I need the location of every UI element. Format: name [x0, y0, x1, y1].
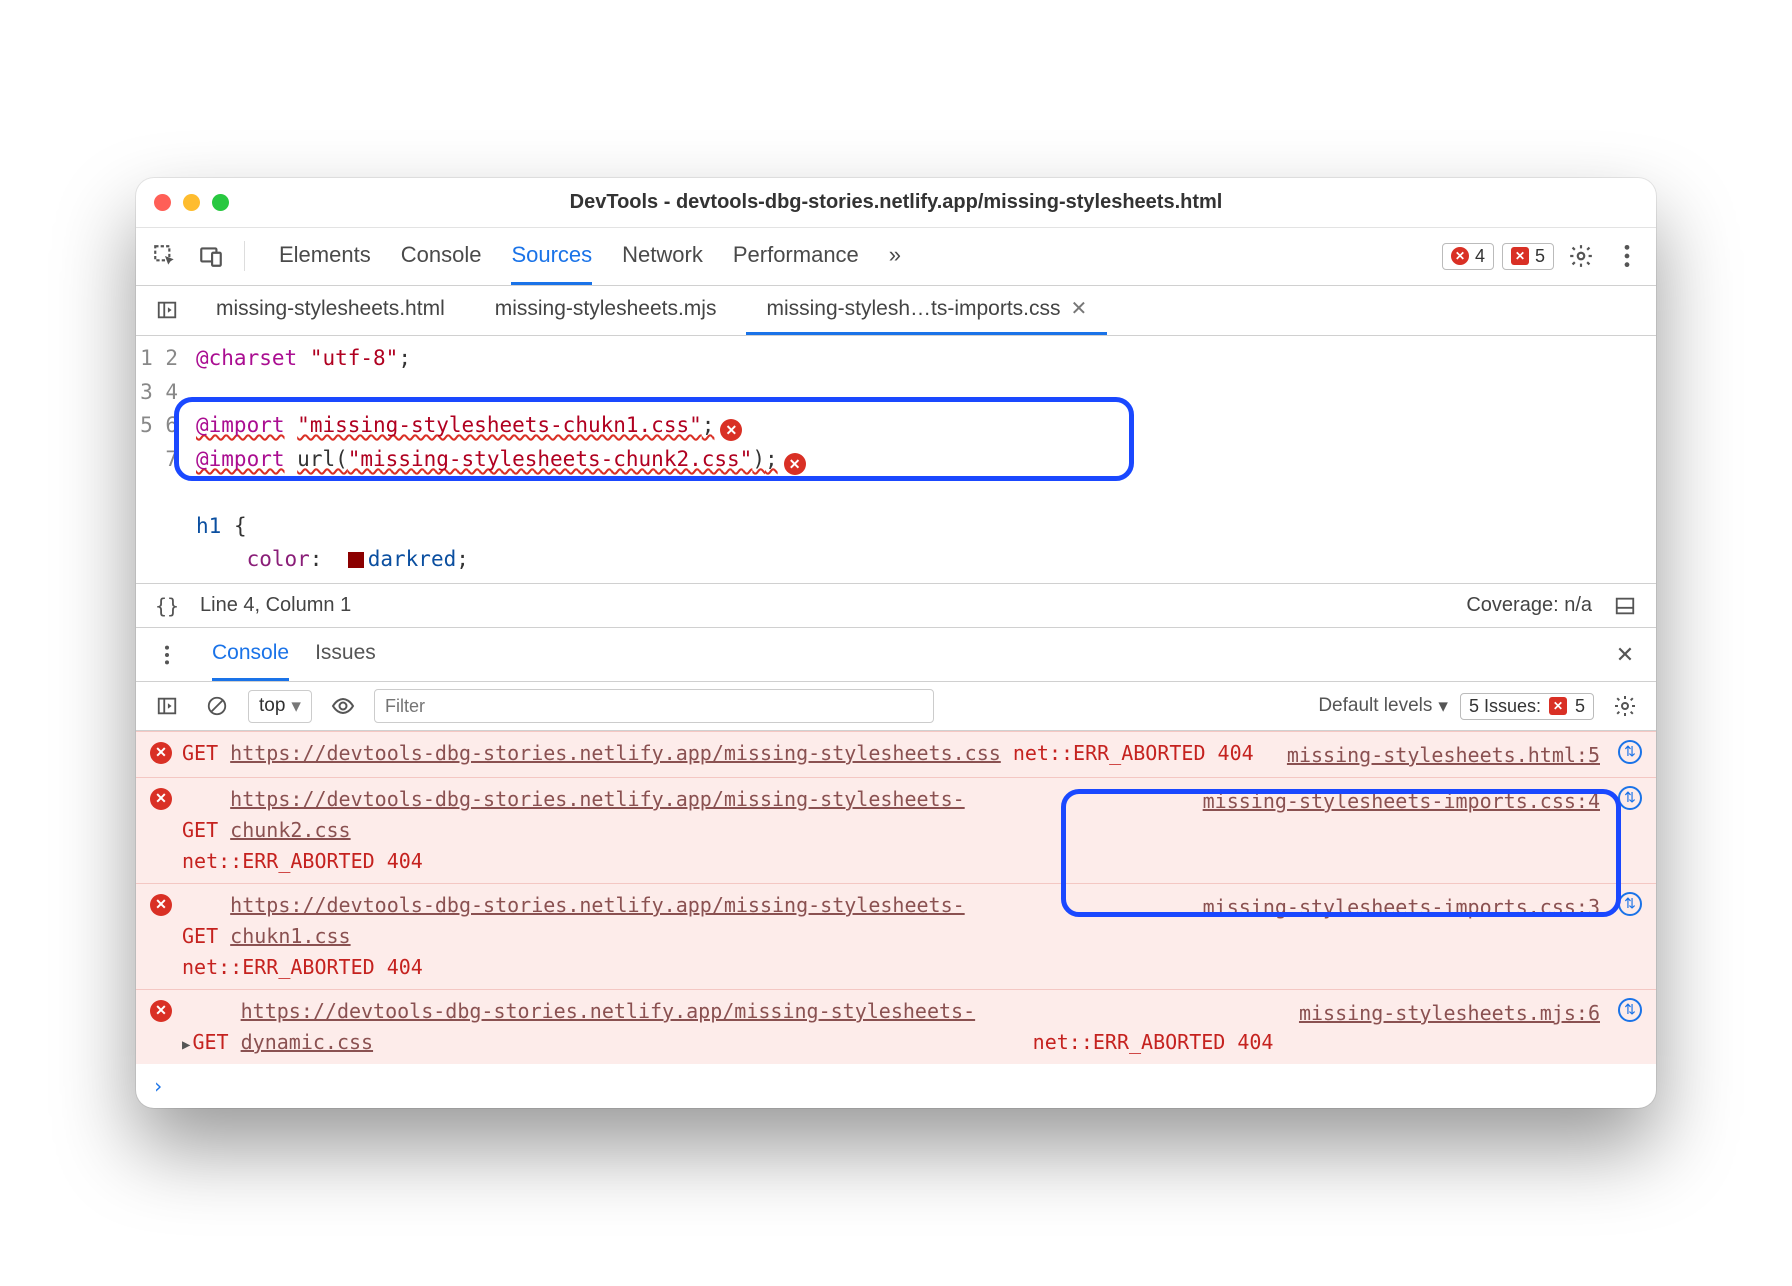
window-title: DevTools - devtools-dbg-stories.netlify.… [136, 191, 1656, 214]
filter-input[interactable] [374, 689, 934, 723]
close-drawer-icon[interactable]: ✕ [1606, 636, 1644, 674]
kebab-menu-icon[interactable] [1608, 237, 1646, 275]
close-window-icon[interactable] [154, 194, 171, 211]
request-url[interactable]: https://devtools-dbg-stories.netlify.app… [230, 738, 1001, 769]
devtools-window: DevTools - devtools-dbg-stories.netlify.… [136, 178, 1656, 1108]
request-url[interactable]: https://devtools-dbg-stories.netlify.app… [230, 890, 1010, 952]
file-tab-css[interactable]: missing-stylesh…ts-imports.css ✕ [746, 286, 1107, 335]
settings-icon[interactable] [1562, 237, 1600, 275]
issue-square-icon: ✕ [1511, 247, 1529, 265]
console-prompt[interactable]: › [136, 1064, 1656, 1108]
error-icon: ✕ [150, 788, 172, 810]
drawer-tab-console[interactable]: Console [212, 628, 289, 681]
source-link[interactable]: missing-stylesheets.html:5 [1287, 738, 1608, 771]
editor-statusbar: {} Line 4, Column 1 Coverage: n/a [136, 583, 1656, 627]
pretty-print-icon[interactable]: {} [148, 587, 186, 625]
show-navigator-icon[interactable] [148, 291, 186, 329]
titlebar: DevTools - devtools-dbg-stories.netlify.… [136, 178, 1656, 228]
refresh-icon[interactable]: ⇅ [1618, 892, 1642, 916]
error-count-badge[interactable]: ✕4 [1442, 243, 1494, 270]
divider [244, 241, 245, 271]
tab-sources[interactable]: Sources [511, 228, 592, 285]
refresh-icon[interactable]: ⇅ [1618, 786, 1642, 810]
error-circle-icon: ✕ [1451, 247, 1469, 265]
error-icon: ✕ [150, 894, 172, 916]
drawer-kebab-icon[interactable] [148, 636, 186, 674]
window-controls [154, 194, 229, 211]
color-swatch[interactable] [348, 552, 364, 568]
tab-network[interactable]: Network [622, 228, 703, 285]
tab-performance[interactable]: Performance [733, 228, 859, 285]
clear-console-icon[interactable] [198, 687, 236, 725]
error-icon: ✕ [150, 1000, 172, 1022]
source-link[interactable]: missing-stylesheets.mjs:6 [1299, 996, 1608, 1029]
file-tab-html[interactable]: missing-stylesheets.html [196, 286, 465, 335]
panel-tabs: Elements Console Sources Network Perform… [279, 228, 901, 285]
code-editor[interactable]: 1 2 3 4 5 6 7 @charset "utf-8"; @import … [136, 336, 1656, 583]
request-url[interactable]: https://devtools-dbg-stories.netlify.app… [230, 784, 1010, 846]
issue-square-icon: ✕ [1549, 697, 1567, 715]
tab-more[interactable]: » [889, 228, 901, 285]
inspect-element-icon[interactable] [146, 237, 184, 275]
context-selector[interactable]: top▾ [248, 690, 312, 723]
console-error-row[interactable]: ✕ GET https://devtools-dbg-stories.netli… [136, 731, 1656, 777]
error-icon: ✕ [150, 742, 172, 764]
expand-icon[interactable]: ▶ [182, 1037, 190, 1053]
issues-button[interactable]: 5 Issues: ✕5 [1460, 693, 1594, 720]
file-tab-mjs[interactable]: missing-stylesheets.mjs [475, 286, 737, 335]
drawer-tab-issues[interactable]: Issues [315, 628, 376, 681]
refresh-icon[interactable]: ⇅ [1618, 998, 1642, 1022]
console-settings-icon[interactable] [1606, 687, 1644, 725]
console-messages: ✕ GET https://devtools-dbg-stories.netli… [136, 731, 1656, 1064]
tab-console[interactable]: Console [401, 228, 482, 285]
main-toolbar: Elements Console Sources Network Perform… [136, 228, 1656, 286]
console-toolbar: top▾ Default levels▾ 5 Issues: ✕5 [136, 681, 1656, 731]
annotation-highlight [1061, 789, 1621, 917]
coverage-status: Coverage: n/a [1466, 594, 1592, 617]
request-url[interactable]: https://devtools-dbg-stories.netlify.app… [241, 996, 1021, 1058]
console-error-row[interactable]: ✕ ▶GET https://devtools-dbg-stories.netl… [136, 989, 1656, 1064]
minimize-window-icon[interactable] [183, 194, 200, 211]
panel-toggle-icon[interactable] [1606, 587, 1644, 625]
cursor-position: Line 4, Column 1 [200, 594, 351, 617]
close-tab-icon[interactable]: ✕ [1071, 296, 1088, 321]
log-levels-selector[interactable]: Default levels▾ [1318, 695, 1448, 718]
live-expression-icon[interactable] [324, 687, 362, 725]
console-sidebar-icon[interactable] [148, 687, 186, 725]
drawer-tabs: Console Issues ✕ [136, 627, 1656, 681]
refresh-icon[interactable]: ⇅ [1618, 740, 1642, 764]
issue-count-badge[interactable]: ✕5 [1502, 243, 1554, 270]
annotation-highlight [174, 397, 1134, 481]
device-toolbar-icon[interactable] [192, 237, 230, 275]
file-tabs: missing-stylesheets.html missing-stylesh… [136, 286, 1656, 336]
tab-elements[interactable]: Elements [279, 228, 371, 285]
maximize-window-icon[interactable] [212, 194, 229, 211]
